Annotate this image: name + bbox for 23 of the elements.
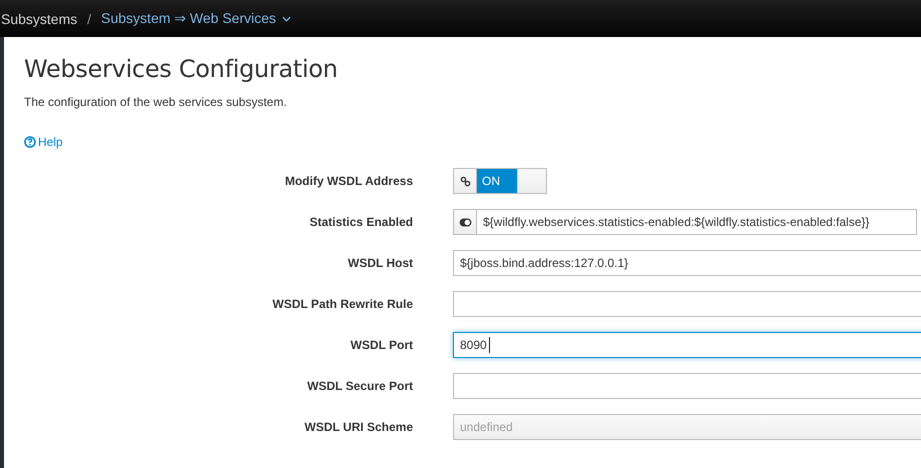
field-label: WSDL Host [346,256,413,270]
field-label: Modify WSDL Address [284,174,413,188]
field-label: WSDL Port [350,338,413,352]
caret-icon [282,16,292,22]
toggle-icon[interactable] [453,209,477,235]
input-field[interactable] [453,373,921,399]
toggle-switch[interactable]: ON [477,168,547,194]
input-field[interactable]: 8090 [453,332,921,358]
question-icon [24,136,36,148]
input-field[interactable]: ${jboss.bind.address:127.0.0.1} [453,250,921,276]
help-link[interactable]: Help [24,135,63,149]
expression-field[interactable]: ${wildfly.webservices.statistics-enabled:${wildfly.statistics-enabled:false}} [477,209,917,235]
page-description: The configuration of the web services subsystem. [24,95,288,109]
breadcrumb-dropdown[interactable]: Subsystem ⇒ Web Services [101,10,292,27]
field-label: Statistics Enabled [308,215,413,229]
field-label: WSDL Secure Port [306,379,413,393]
breadcrumb-separator: / [87,10,92,26]
page-title: Webservices Configuration [24,55,339,83]
link-icon[interactable] [453,168,477,194]
input-field[interactable] [453,291,921,317]
field-label: WSDL URI Scheme [304,420,413,434]
breadcrumb-link[interactable]: Subsystems [1,10,78,26]
field-label: WSDL Path Rewrite Rule [272,297,413,311]
